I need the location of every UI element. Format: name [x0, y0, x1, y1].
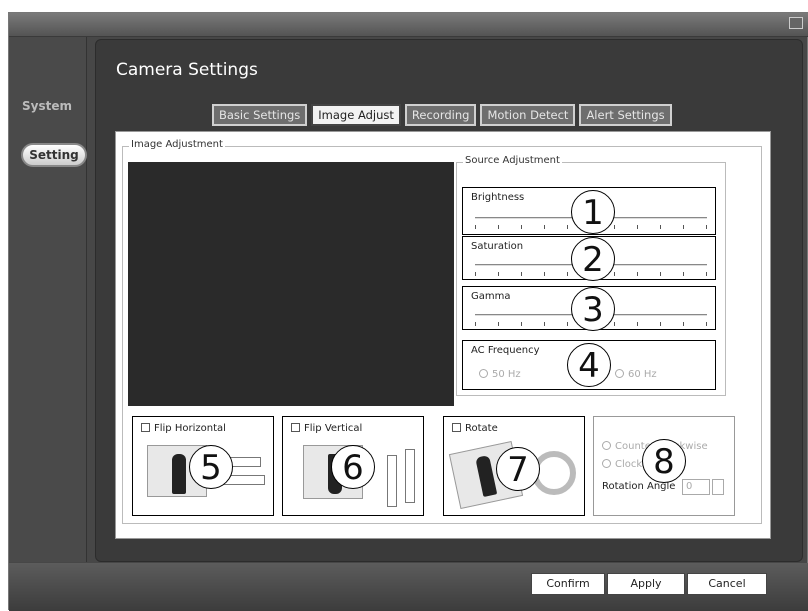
- rotate-checkbox[interactable]: Rotate: [452, 423, 498, 434]
- confirm-button[interactable]: Confirm: [531, 573, 605, 595]
- minimize-icon[interactable]: [789, 17, 803, 29]
- radio-50hz-label: 50 Hz: [492, 369, 521, 380]
- bottom-bar: Confirm Apply Cancel: [9, 563, 808, 611]
- saturation-label: Saturation: [471, 241, 524, 252]
- arrow-down-icon: [387, 455, 397, 507]
- rotation-angle-input[interactable]: 0: [682, 479, 710, 495]
- sidebar-item-setting[interactable]: Setting: [21, 143, 87, 167]
- radio-60hz-label: 60 Hz: [628, 369, 657, 380]
- settings-window: System Setting Camera Settings Basic Set…: [8, 12, 808, 611]
- tab-recording[interactable]: Recording: [404, 104, 477, 126]
- brightness-control: Brightness 1: [462, 187, 716, 235]
- callout-marker: 8: [642, 439, 686, 483]
- saturation-control: Saturation 2: [462, 236, 716, 281]
- flip-horizontal-checkbox[interactable]: Flip Horizontal: [141, 423, 226, 434]
- callout-marker: 3: [571, 287, 615, 331]
- radio-50hz-icon: [479, 369, 488, 378]
- title-bar: [9, 13, 808, 37]
- flip-horizontal-box: Flip Horizontal 5: [132, 416, 274, 516]
- rotation-angle-spinner[interactable]: [712, 479, 724, 495]
- rotation-options-box: Counter Clockwise Clockwise Rotation Ang…: [593, 416, 735, 516]
- checkbox-icon: [141, 423, 150, 432]
- flip-vertical-box: Flip Vertical 6: [282, 416, 424, 516]
- callout-marker: 5: [189, 445, 233, 489]
- callout-marker: 7: [496, 447, 540, 491]
- gamma-label: Gamma: [471, 291, 511, 302]
- source-adjustment-legend: Source Adjustment: [463, 155, 562, 166]
- flip-vertical-checkbox[interactable]: Flip Vertical: [291, 423, 362, 434]
- sidebar: System Setting: [9, 37, 87, 562]
- radio-clockwise-icon: [602, 459, 611, 468]
- callout-marker: 1: [571, 190, 615, 234]
- tab-motion-detect[interactable]: Motion Detect: [480, 104, 576, 126]
- ac-frequency-label: AC Frequency: [471, 345, 540, 356]
- checkbox-icon: [291, 423, 300, 432]
- flip-vertical-label: Flip Vertical: [304, 423, 363, 434]
- cancel-button[interactable]: Cancel: [687, 573, 767, 595]
- tab-alert-settings[interactable]: Alert Settings: [579, 104, 672, 126]
- tab-image-adjust[interactable]: Image Adjust: [311, 104, 401, 126]
- video-preview: [128, 162, 454, 406]
- image-adjustment-legend: Image Adjustment: [129, 139, 225, 150]
- radio-counter-clockwise-icon: [602, 441, 611, 450]
- image-adjust-content: Image Adjustment Source Adjustment Brigh…: [115, 131, 771, 539]
- apply-button[interactable]: Apply: [607, 573, 685, 595]
- person-icon: [172, 454, 186, 494]
- page-title: Camera Settings: [116, 60, 258, 80]
- checkbox-icon: [452, 423, 461, 432]
- sidebar-item-system[interactable]: System: [9, 99, 85, 113]
- radio-60hz[interactable]: 60 Hz: [615, 369, 657, 380]
- rotate-label: Rotate: [465, 423, 498, 434]
- ac-frequency-control: AC Frequency 50 Hz 60 Hz 4: [462, 340, 716, 390]
- radio-60hz-icon: [615, 369, 624, 378]
- flip-horizontal-label: Flip Horizontal: [154, 423, 226, 434]
- tab-bar: Basic Settings Image Adjust Recording Mo…: [212, 104, 672, 126]
- callout-marker: 6: [331, 445, 375, 489]
- callout-marker: 2: [571, 237, 615, 281]
- tab-basic-settings[interactable]: Basic Settings: [212, 104, 308, 126]
- rotate-box: Rotate 7: [443, 416, 585, 516]
- radio-50hz[interactable]: 50 Hz: [479, 369, 521, 380]
- brightness-label: Brightness: [471, 192, 525, 203]
- callout-marker: 4: [567, 343, 611, 387]
- gamma-control: Gamma 3: [462, 286, 716, 331]
- arrow-up-icon: [405, 449, 415, 503]
- person-icon: [475, 454, 498, 497]
